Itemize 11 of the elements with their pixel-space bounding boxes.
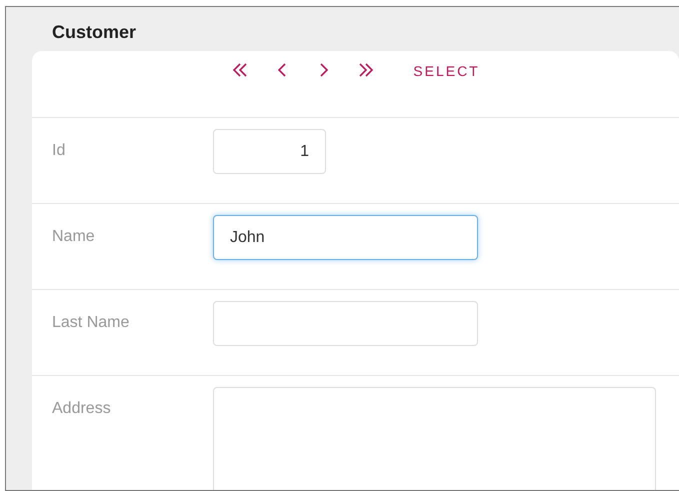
field-label: Last Name [51,313,130,333]
double-chevron-right-icon [357,61,376,79]
field-label: Name [51,227,96,247]
select-button[interactable]: SELECT [409,59,484,84]
field-label: Id [51,141,66,161]
input-field[interactable]: John [213,215,478,260]
double-chevron-left-icon [231,61,250,79]
input-field[interactable]: 1 [213,129,326,174]
form-title: Customer [52,21,138,43]
field-label: Address [51,399,112,419]
input-field[interactable] [213,301,478,346]
